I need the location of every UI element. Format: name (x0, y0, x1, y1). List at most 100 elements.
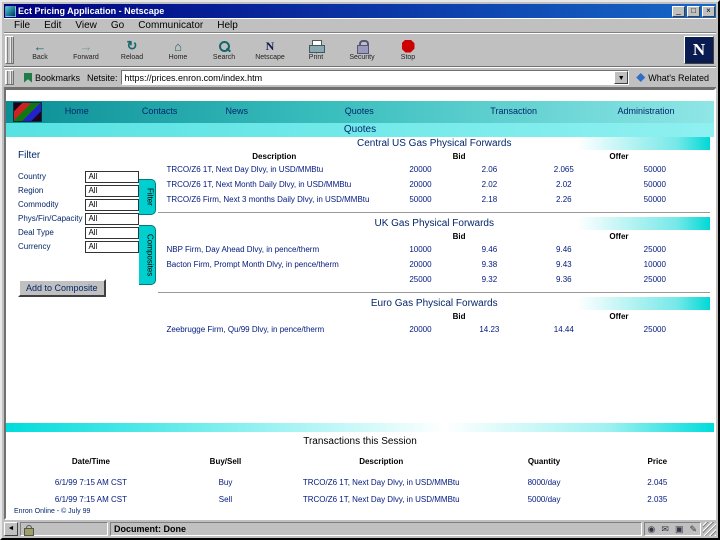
location-bar-grip[interactable] (5, 70, 14, 85)
menu-view[interactable]: View (68, 19, 104, 32)
stop-button[interactable]: Stop (385, 35, 431, 65)
padlock-icon (357, 39, 369, 54)
menu-help[interactable]: Help (210, 19, 245, 32)
url-input[interactable] (121, 71, 615, 84)
titlebar[interactable]: Ect Pricing Application - Netscape _ □ × (4, 4, 716, 18)
search-icon (218, 40, 231, 53)
quotes-body: Filter Country All Region All Commodity … (6, 137, 714, 423)
section-title: Euro Gas Physical Forwards (158, 297, 710, 310)
nav-item-contacts[interactable]: Contacts (142, 106, 178, 116)
menubar: File Edit View Go Communicator Help (4, 18, 716, 33)
nav-item-administration[interactable]: Administration (618, 106, 675, 116)
home-label: Home (168, 54, 188, 61)
print-button[interactable]: Print (293, 35, 339, 65)
menu-go[interactable]: Go (104, 19, 131, 32)
nav-item-quotes[interactable]: Quotes (345, 106, 374, 116)
mailbox-icon[interactable]: ✉ (661, 524, 669, 534)
tab-filter[interactable]: Filter (139, 179, 157, 215)
netscape-window: Ect Pricing Application - Netscape _ □ ×… (0, 0, 720, 540)
netscape-label: Netscape (255, 54, 285, 61)
reload-button[interactable]: ↻ Reload (109, 35, 155, 65)
bid-column-header: Bid (452, 312, 466, 321)
section-title: UK Gas Physical Forwards (158, 217, 710, 230)
page-footer: Enron Online - © July 99 (14, 508, 91, 515)
home-icon: ⌂ (174, 38, 182, 54)
url-field-wrapper: ▼ (120, 70, 630, 85)
netscape-throbber-icon[interactable]: N (684, 36, 714, 64)
section-divider (158, 292, 710, 293)
security-button[interactable]: Security (339, 35, 385, 65)
region-select[interactable]: All (85, 185, 140, 197)
security-status-panel[interactable] (20, 522, 108, 536)
quotes-section-uk: UK Gas Physical Forwards Bid Offer NBP F… (158, 217, 710, 287)
pricing-page: Home Contacts News Quotes Transaction Ad… (6, 90, 714, 518)
offer-column-header: Offer (609, 152, 629, 161)
enron-logo (13, 102, 42, 122)
deal-type-label: Deal Type (18, 228, 54, 237)
toolbar-grip[interactable] (5, 36, 14, 64)
whats-related-icon (636, 73, 646, 82)
nav-item-home[interactable]: Home (65, 106, 89, 116)
back-button[interactable]: ← Back (17, 35, 63, 65)
search-button[interactable]: Search (201, 35, 247, 65)
currency-select[interactable]: All (85, 241, 140, 253)
printer-icon (309, 40, 325, 53)
phys-fin-capacity-select[interactable]: All (85, 213, 140, 225)
filter-field-currency: Currency All (18, 241, 140, 253)
forward-button[interactable]: → Forward (63, 35, 109, 65)
stop-sign-icon (401, 39, 415, 53)
quotes-main: Central US Gas Physical Forwards Descrip… (156, 137, 714, 423)
menu-edit[interactable]: Edit (37, 19, 68, 32)
maximize-button[interactable]: □ (687, 5, 700, 17)
commodity-select[interactable]: All (85, 199, 140, 211)
nav-item-transaction[interactable]: Transaction (490, 106, 537, 116)
discussions-icon[interactable]: ▣ (675, 524, 684, 534)
home-button[interactable]: ⌂ Home (155, 35, 201, 65)
price-column-header: Price (647, 457, 668, 466)
url-dropdown-arrow-icon[interactable]: ▼ (614, 71, 629, 84)
bookmark-icon (24, 72, 32, 83)
forward-arrow-icon: → (79, 38, 93, 54)
filter-field-phys-fin-capacity: Phys/Fin/Capacity All (18, 213, 140, 225)
netscape-button[interactable]: N Netscape (247, 35, 293, 65)
application-icon (5, 5, 16, 17)
close-button[interactable]: × (702, 5, 715, 17)
reload-label: Reload (120, 54, 144, 61)
buysell-column-header: Buy/Sell (209, 457, 242, 466)
back-arrow-icon: ← (33, 38, 47, 54)
transactions-header-band (6, 423, 714, 432)
netsite-label: Netsite: (87, 72, 118, 83)
section-divider (158, 212, 710, 213)
currency-label: Currency (18, 242, 51, 251)
country-label: Country (18, 172, 47, 181)
status-message: Document: Done (110, 522, 642, 536)
description-column-header: Description (252, 152, 297, 161)
quotes-table: Bid Offer Zeebrugge Firm, Qu/99 Dlvy, in… (158, 310, 710, 337)
tab-composites[interactable]: Composites (139, 224, 157, 286)
quotes-section-euro: Euro Gas Physical Forwards Bid Offer Zee… (158, 297, 710, 337)
search-label: Search (212, 54, 236, 61)
filter-heading: Filter (18, 150, 41, 161)
whats-related-button[interactable]: What's Related (632, 72, 713, 84)
filter-field-country: Country All (18, 171, 140, 183)
resize-grip[interactable] (703, 522, 716, 536)
nav-item-news[interactable]: News (226, 106, 249, 116)
navigator-icon[interactable]: ◉ (648, 524, 656, 534)
bookmarks-button[interactable]: Bookmarks (20, 72, 84, 84)
region-label: Region (18, 186, 44, 195)
composer-icon[interactable]: ✎ (689, 524, 697, 534)
quotes-section-central-us: Central US Gas Physical Forwards Descrip… (158, 137, 710, 207)
menu-communicator[interactable]: Communicator (131, 19, 210, 32)
commodity-label: Commodity (18, 200, 59, 209)
add-to-composite-button[interactable]: Add to Composite (18, 279, 106, 297)
country-select[interactable]: All (85, 171, 140, 183)
offer-column-header: Offer (609, 312, 629, 321)
status-padlock-icon (24, 524, 34, 536)
window-title: Ect Pricing Application - Netscape (18, 6, 165, 16)
filter-field-commodity: Commodity All (18, 199, 140, 211)
minimize-button[interactable]: _ (672, 5, 685, 17)
section-title: Central US Gas Physical Forwards (158, 137, 710, 150)
menu-file[interactable]: File (7, 19, 37, 32)
scroll-left-button[interactable]: ◄ (4, 522, 18, 536)
deal-type-select[interactable]: All (85, 227, 140, 239)
